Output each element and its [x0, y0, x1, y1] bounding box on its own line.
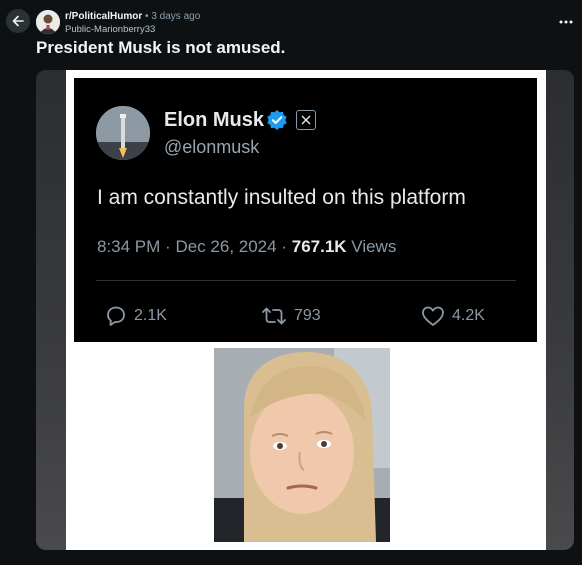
tweet-author-name: Elon Musk [164, 109, 265, 131]
post-time: 3 days ago [151, 11, 201, 22]
reaction-photo [214, 348, 390, 542]
author-link[interactable]: Public-Marionberry33 [65, 24, 155, 35]
tweet-text: I am constantly insulted on this platfor… [97, 186, 466, 209]
reply-icon [107, 306, 125, 326]
subreddit-avatar[interactable] [36, 10, 60, 34]
meme-image: Elon Musk @elonmusk I am constantly insu… [66, 70, 546, 550]
post-meta: r/PoliticalHumor • 3 days ago [65, 11, 200, 23]
post-header: r/PoliticalHumor • 3 days ago Public-Mar… [0, 0, 582, 36]
back-button[interactable] [6, 9, 30, 33]
subreddit-link[interactable]: r/PoliticalHumor [65, 11, 142, 22]
more-options-button[interactable] [556, 14, 576, 30]
tweet-views-count: 767.1K [291, 237, 347, 256]
tweet-views-label: Views [351, 237, 397, 256]
tweet-handle: @elonmusk [164, 137, 260, 157]
heart-icon [422, 306, 444, 326]
post-media[interactable]: Elon Musk @elonmusk I am constantly insu… [36, 70, 574, 550]
tweet-meta-dot: · [165, 237, 171, 256]
tweet-replies: 2.1K [104, 304, 167, 328]
tweet-screenshot: Elon Musk @elonmusk I am constantly insu… [74, 78, 537, 342]
verified-badge-icon [267, 110, 287, 130]
tweet-meta: 8:34 PM · Dec 26, 2024 · 767.1K Views [97, 236, 396, 257]
tweet-likes: 4.2K [420, 304, 485, 328]
repost-icon [262, 307, 286, 325]
tweet-divider [96, 280, 516, 281]
more-horizontal-icon [559, 20, 573, 24]
tweet-date: Dec 26, 2024 [175, 237, 277, 256]
tweet-avatar [96, 106, 150, 160]
tweet-meta-dot: · [281, 237, 287, 256]
tweet-time: 8:34 PM [97, 237, 161, 256]
tweet-reposts: 793 [260, 304, 321, 328]
meta-separator: • [145, 11, 149, 22]
arrow-left-icon [12, 15, 24, 27]
reply-count: 2.1K [134, 307, 167, 324]
like-count: 4.2K [452, 307, 485, 324]
x-logo-icon [296, 110, 316, 130]
repost-count: 793 [294, 307, 321, 324]
post-title: President Musk is not amused. [36, 38, 286, 57]
